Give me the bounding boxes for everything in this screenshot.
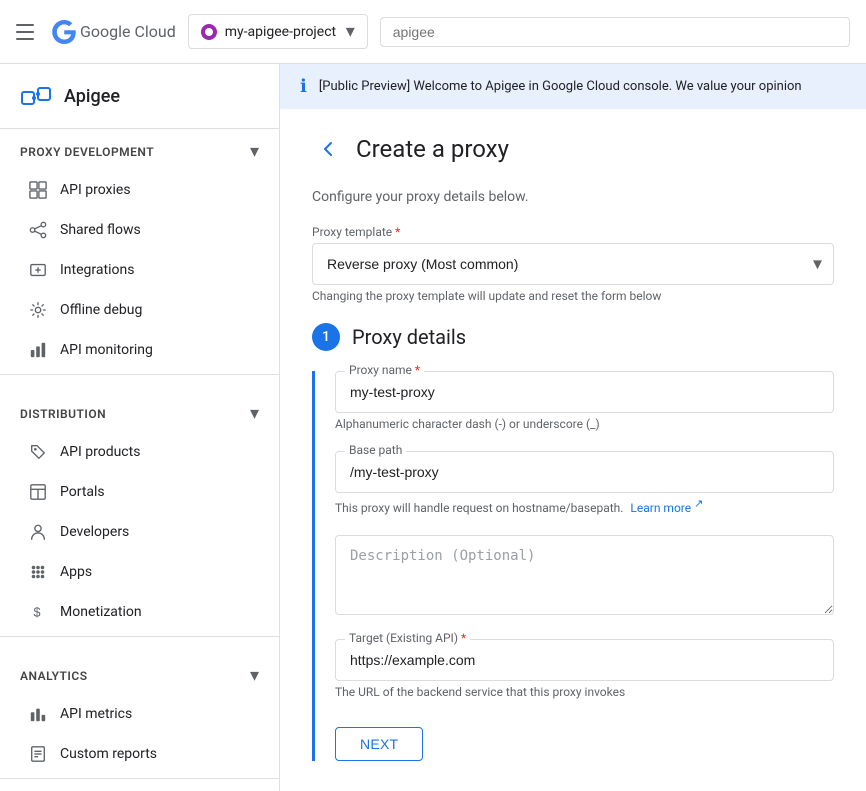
sidebar-item-api-products[interactable]: API products: [0, 432, 279, 472]
info-icon: ℹ: [300, 76, 307, 97]
distribution-section-header[interactable]: Distribution ▾: [0, 391, 279, 432]
next-button[interactable]: NEXT: [335, 727, 423, 761]
target-api-hint: The URL of the backend service that this…: [335, 685, 834, 699]
sidebar-item-shared-flows[interactable]: Shared flows: [0, 210, 279, 250]
sidebar-item-portals-label: Portals: [60, 484, 105, 500]
page-title: Create a proxy: [356, 135, 509, 163]
proxy-template-select-wrapper: Reverse proxy (Most common) ▾: [312, 243, 834, 285]
search-bar[interactable]: [380, 17, 850, 47]
info-banner: ℹ [Public Preview] Welcome to Apigee in …: [280, 64, 866, 109]
sidebar-item-api-products-label: API products: [60, 444, 140, 460]
distribution-title: Distribution: [20, 407, 106, 421]
apigee-logo-icon: [20, 80, 52, 112]
sidebar-item-integrations[interactable]: Integrations: [0, 250, 279, 290]
hamburger-menu[interactable]: [16, 20, 40, 44]
learn-more-link[interactable]: Learn more ↗: [630, 501, 703, 515]
sidebar-item-portals[interactable]: Portals: [0, 472, 279, 512]
proxy-template-hint: Changing the proxy template will update …: [312, 289, 834, 303]
doc-icon: [28, 744, 48, 764]
sidebar-item-developers[interactable]: Developers: [0, 512, 279, 552]
sidebar-item-api-proxies[interactable]: API proxies: [0, 170, 279, 210]
sidebar-item-api-monitoring-label: API monitoring: [60, 342, 153, 358]
proxy-details-header: 1 Proxy details: [312, 323, 834, 351]
page-content: Create a proxy Configure your proxy deta…: [280, 109, 866, 791]
proxy-development-section-header[interactable]: Proxy development ▾: [0, 129, 279, 170]
base-path-hint: This proxy will handle request on hostna…: [335, 497, 834, 515]
grid-icon: [28, 180, 48, 200]
main-layout: Apigee Proxy development ▾ API proxies: [0, 64, 866, 791]
sidebar-item-monetization[interactable]: $ Monetization: [0, 592, 279, 632]
proxy-details-title: Proxy details: [352, 325, 466, 349]
sidebar-item-custom-reports-label: Custom reports: [60, 746, 157, 762]
proxy-development-title: Proxy development: [20, 145, 154, 159]
description-textarea[interactable]: [335, 535, 834, 615]
content-area: ℹ [Public Preview] Welcome to Apigee in …: [280, 64, 866, 791]
plus-bracket-icon: [28, 260, 48, 280]
proxy-template-label: Proxy template *: [312, 225, 834, 239]
sidebar-item-integrations-label: Integrations: [60, 262, 134, 278]
project-selector[interactable]: my-apigee-project ▾: [188, 14, 368, 49]
sidebar-item-apps-label: Apps: [60, 564, 92, 580]
topbar: Google Cloud my-apigee-project ▾: [0, 0, 866, 64]
base-path-input[interactable]: [335, 451, 834, 493]
apps-icon: [28, 562, 48, 582]
page-header: Create a proxy: [312, 133, 834, 165]
target-api-group: Target (Existing API) * The URL of the b…: [335, 639, 834, 699]
divider-2: [0, 636, 279, 637]
sidebar-item-api-metrics-label: API metrics: [60, 706, 132, 722]
sidebar: Apigee Proxy development ▾ API proxies: [0, 64, 280, 791]
search-input[interactable]: [393, 24, 837, 40]
sidebar-item-api-metrics[interactable]: API metrics: [0, 694, 279, 734]
sidebar-item-api-proxies-label: API proxies: [60, 182, 131, 198]
proxy-name-hint: Alphanumeric character dash (-) or under…: [335, 417, 834, 431]
chart-icon: [28, 340, 48, 360]
chevron-down-icon: ▾: [346, 21, 355, 42]
proxy-name-label: Proxy name *: [345, 363, 424, 377]
dollar-icon: $: [28, 602, 48, 622]
target-api-input[interactable]: [335, 639, 834, 681]
settings-icon: [28, 300, 48, 320]
proxy-details-card: Proxy name * Alphanumeric character dash…: [312, 371, 834, 761]
portal-icon: [28, 482, 48, 502]
target-api-label: Target (Existing API) *: [345, 631, 470, 645]
sidebar-item-developers-label: Developers: [60, 524, 129, 540]
sidebar-item-api-monitoring[interactable]: API monitoring: [0, 330, 279, 370]
svg-text:$: $: [34, 606, 41, 620]
info-banner-text: [Public Preview] Welcome to Apigee in Go…: [319, 79, 802, 94]
project-icon: [201, 24, 217, 40]
sidebar-app-title: Apigee: [64, 86, 120, 107]
sidebar-item-apps[interactable]: Apps: [0, 552, 279, 592]
proxy-name-input[interactable]: [335, 371, 834, 413]
distribution-collapse-icon: ▾: [250, 403, 259, 424]
step-badge: 1: [312, 323, 340, 351]
sidebar-item-shared-flows-label: Shared flows: [60, 222, 141, 238]
collapse-icon: ▾: [250, 141, 259, 162]
proxy-template-select[interactable]: Reverse proxy (Most common): [312, 243, 834, 285]
analytics-section-header[interactable]: Analytics ▾: [0, 653, 279, 694]
person-icon: [28, 522, 48, 542]
sidebar-item-offline-debug-label: Offline debug: [60, 302, 142, 318]
sidebar-item-monetization-label: Monetization: [60, 604, 142, 620]
back-button[interactable]: [312, 133, 344, 165]
project-name: my-apigee-project: [225, 24, 338, 40]
analytics-collapse-icon: ▾: [250, 665, 259, 686]
description-group: [335, 535, 834, 619]
google-cloud-logo[interactable]: Google Cloud: [52, 20, 176, 44]
divider-1: [0, 374, 279, 375]
google-cloud-logo-icon: [52, 20, 76, 44]
base-path-group: Base path This proxy will handle request…: [335, 451, 834, 515]
proxy-template-group: Proxy template * Reverse proxy (Most com…: [312, 225, 834, 303]
tag-icon: [28, 442, 48, 462]
logo-text: Google Cloud: [80, 22, 176, 41]
configure-text: Configure your proxy details below.: [312, 189, 834, 205]
base-path-label: Base path: [345, 443, 406, 457]
proxy-name-group: Proxy name * Alphanumeric character dash…: [335, 371, 834, 431]
analytics-title: Analytics: [20, 669, 88, 683]
bar-chart-icon: [28, 704, 48, 724]
divider-3: [0, 778, 279, 779]
sidebar-item-custom-reports[interactable]: Custom reports: [0, 734, 279, 774]
sidebar-header: Apigee: [0, 64, 279, 129]
share-icon: [28, 220, 48, 240]
sidebar-item-offline-debug[interactable]: Offline debug: [0, 290, 279, 330]
